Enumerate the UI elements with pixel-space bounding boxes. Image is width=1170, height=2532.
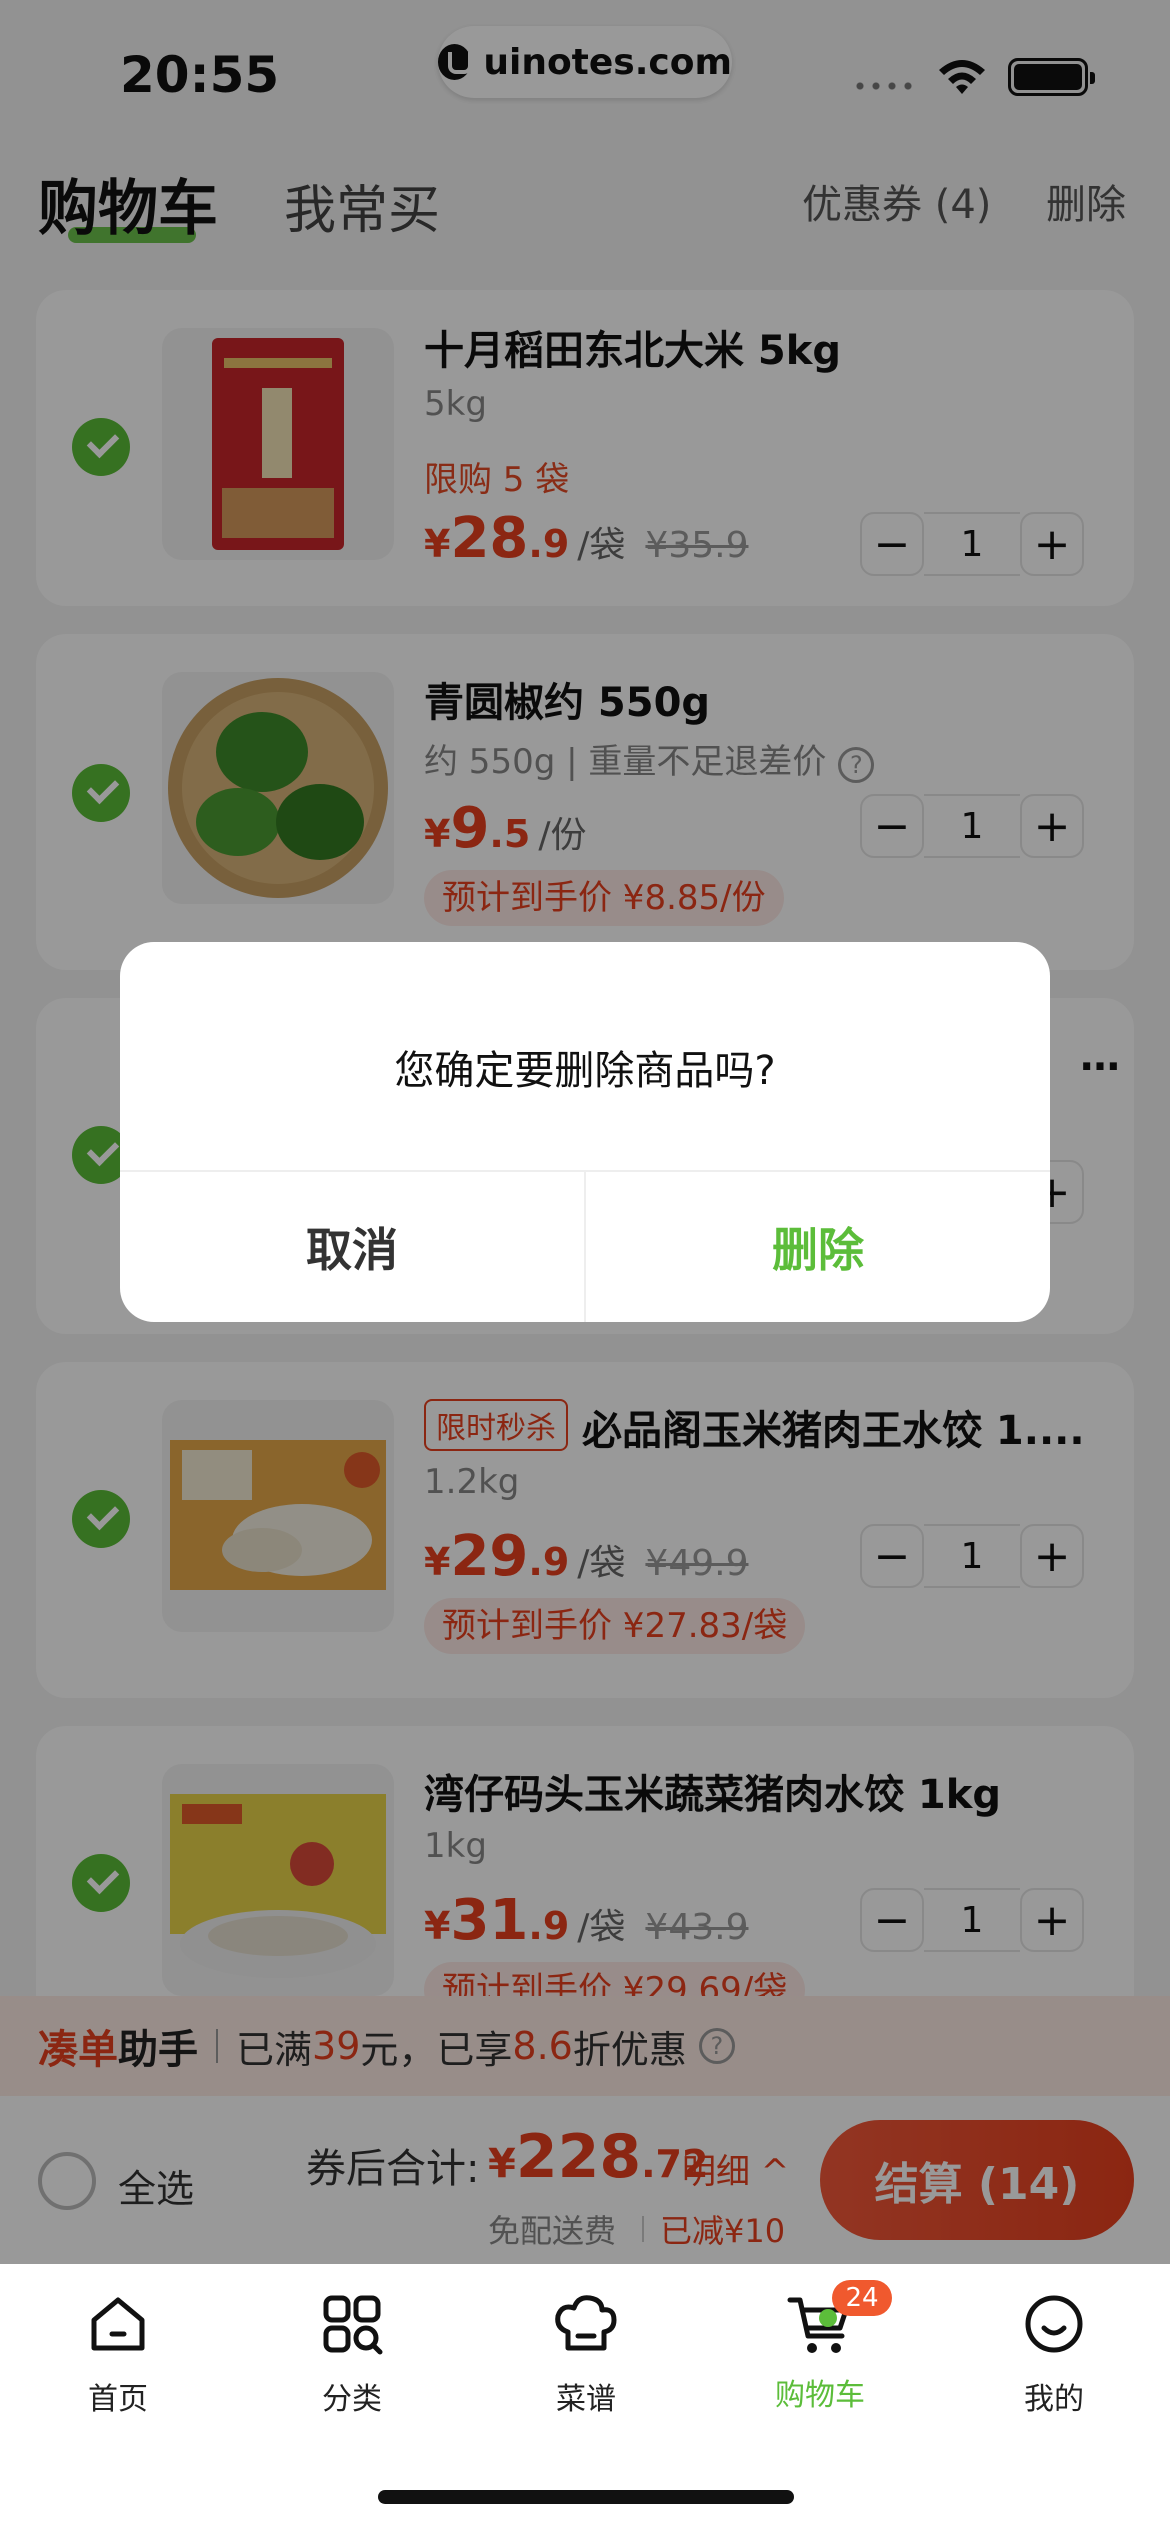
- cart-icon-wrap: 24: [784, 2280, 892, 2360]
- confirm-delete-button[interactable]: 删除: [586, 1172, 1050, 1322]
- tab-recipes[interactable]: 菜谱: [496, 2288, 676, 2418]
- smile-icon: [1025, 2295, 1083, 2353]
- cart-count-badge: 24: [832, 2280, 892, 2316]
- home-indicator[interactable]: [378, 2490, 794, 2504]
- category-icon: [323, 2295, 383, 2355]
- home-icon: [91, 2297, 145, 2351]
- tab-home[interactable]: 首页: [28, 2288, 208, 2418]
- tab-cart-bottom[interactable]: 24 购物车: [730, 2280, 910, 2414]
- delete-confirm-dialog: 您确定要删除商品吗? 取消 删除: [120, 942, 1050, 1322]
- chef-hat-icon: [555, 2295, 617, 2351]
- cancel-button[interactable]: 取消: [120, 1172, 584, 1322]
- tab-me[interactable]: 我的: [964, 2288, 1144, 2418]
- dialog-message: 您确定要删除商品吗?: [394, 1048, 776, 1094]
- tab-category[interactable]: 分类: [262, 2288, 442, 2418]
